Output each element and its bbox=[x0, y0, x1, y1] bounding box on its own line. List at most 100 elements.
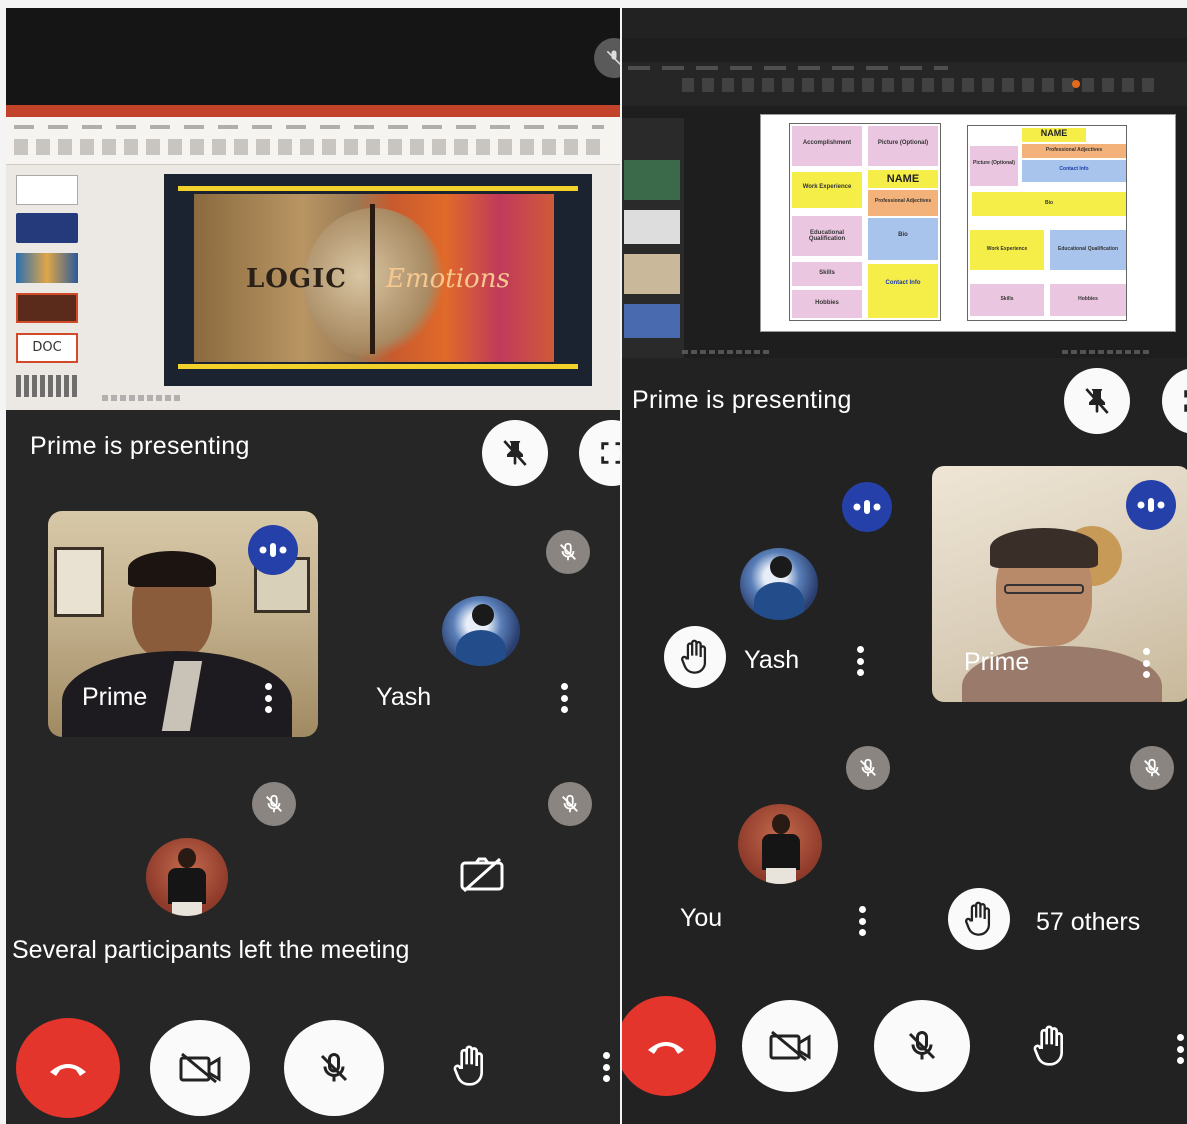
camera-toggle-button[interactable] bbox=[742, 1000, 838, 1092]
speaking-indicator bbox=[1126, 480, 1176, 530]
unpin-icon bbox=[503, 440, 527, 466]
slide-thumb[interactable] bbox=[16, 175, 78, 205]
muted-indicator bbox=[546, 530, 590, 574]
mic-off-icon bbox=[266, 794, 282, 813]
card: Bio bbox=[868, 218, 938, 260]
more-options-icon[interactable] bbox=[560, 683, 568, 713]
muted-indicator bbox=[1130, 746, 1174, 790]
raise-hand-button[interactable] bbox=[1022, 1018, 1078, 1074]
slide-thumb[interactable] bbox=[624, 210, 680, 244]
slide-thumb[interactable] bbox=[16, 293, 78, 323]
mic-toggle-button[interactable] bbox=[874, 1000, 970, 1092]
more-options-icon[interactable] bbox=[1142, 648, 1150, 678]
camera-toggle-button[interactable] bbox=[150, 1020, 250, 1116]
unpin-icon bbox=[1085, 388, 1109, 414]
left-meeting-screen: DOC LOGIC Emotions Prime is presenting P… bbox=[6, 8, 620, 1124]
fullscreen-button[interactable] bbox=[1162, 368, 1187, 434]
card: Contact Info bbox=[868, 264, 938, 318]
card-name: NAME bbox=[868, 170, 938, 188]
more-options-icon[interactable] bbox=[856, 646, 864, 676]
mic-off-icon bbox=[908, 1030, 936, 1060]
camera-off-indicator bbox=[452, 853, 512, 897]
end-call-button[interactable] bbox=[16, 1018, 120, 1118]
card: Contact Info bbox=[1022, 160, 1126, 182]
card: Educational Qualification bbox=[1050, 230, 1126, 270]
raised-hand-indicator bbox=[948, 888, 1010, 950]
mic-toggle-button[interactable] bbox=[284, 1020, 384, 1116]
slide-thumb[interactable] bbox=[16, 253, 78, 283]
audio-level-icon bbox=[1137, 498, 1165, 512]
fullscreen-button[interactable] bbox=[579, 420, 620, 486]
audio-level-icon bbox=[259, 543, 287, 557]
camera-off-icon bbox=[460, 857, 504, 893]
muted-indicator bbox=[846, 746, 890, 790]
participant-name: Yash bbox=[376, 683, 432, 711]
raise-hand-button[interactable] bbox=[442, 1038, 498, 1094]
more-options-icon[interactable] bbox=[264, 683, 272, 713]
template-left: Accomplishment Picture (Optional) Work E… bbox=[789, 123, 941, 321]
slide-thumb[interactable] bbox=[624, 304, 680, 338]
mic-off-icon bbox=[320, 1052, 348, 1082]
avatar bbox=[146, 838, 228, 916]
unpin-button[interactable] bbox=[482, 420, 548, 486]
card: Professional Adjectives bbox=[868, 190, 938, 216]
unpin-button[interactable] bbox=[1064, 368, 1130, 434]
card: Accomplishment bbox=[792, 126, 862, 166]
template-right: NAME Picture (Optional) Professional Adj… bbox=[967, 125, 1127, 321]
muted-indicator bbox=[252, 782, 296, 826]
main-slide: LOGIC Emotions bbox=[164, 174, 592, 386]
slide-title-emotions: Emotions bbox=[386, 264, 510, 294]
fullscreen-icon bbox=[601, 442, 620, 464]
mic-off-icon bbox=[606, 50, 620, 66]
main-slide: Accomplishment Picture (Optional) Work E… bbox=[760, 114, 1176, 332]
hand-icon bbox=[965, 901, 991, 936]
card: Hobbies bbox=[1050, 284, 1126, 316]
hang-up-icon bbox=[648, 1042, 684, 1054]
card: Picture (Optional) bbox=[868, 126, 938, 166]
more-options-icon[interactable] bbox=[1176, 1034, 1184, 1064]
hand-icon bbox=[453, 1045, 483, 1086]
others-count[interactable]: 57 others bbox=[1036, 908, 1140, 937]
slide-thumb[interactable] bbox=[16, 213, 78, 243]
participant-name: Prime bbox=[964, 648, 1030, 676]
end-call-button[interactable] bbox=[622, 996, 716, 1096]
card: Skills bbox=[792, 262, 862, 286]
card: Skills bbox=[970, 284, 1044, 316]
raised-hand-indicator bbox=[664, 626, 726, 688]
participant-name: Prime bbox=[82, 683, 148, 711]
right-meeting-screen: Accomplishment Picture (Optional) Work E… bbox=[622, 8, 1187, 1124]
hand-icon bbox=[681, 639, 707, 674]
camera-off-icon bbox=[179, 1052, 221, 1084]
hand-icon bbox=[1033, 1025, 1063, 1066]
card: Work Experience bbox=[970, 230, 1044, 270]
top-bar bbox=[6, 8, 620, 108]
card: Bio bbox=[972, 192, 1126, 216]
card: Professional Adjectives bbox=[1022, 144, 1126, 158]
card: Picture (Optional) bbox=[970, 146, 1018, 186]
audio-level-icon bbox=[853, 500, 881, 514]
card: Hobbies bbox=[792, 290, 862, 318]
slide-thumb[interactable] bbox=[624, 160, 680, 200]
avatar bbox=[738, 804, 822, 884]
toast-message: Several participants left the meeting bbox=[12, 936, 410, 964]
speaking-indicator bbox=[842, 482, 892, 532]
mic-off-icon bbox=[562, 794, 578, 813]
slide-thumb[interactable]: DOC bbox=[16, 333, 78, 363]
muted-indicator bbox=[548, 782, 592, 826]
camera-off-icon bbox=[769, 1030, 811, 1062]
presentation-screen[interactable]: DOC LOGIC Emotions bbox=[6, 105, 620, 410]
hang-up-icon bbox=[50, 1064, 86, 1076]
participant-name: You bbox=[680, 904, 723, 932]
presentation-screen[interactable]: Accomplishment Picture (Optional) Work E… bbox=[622, 38, 1187, 358]
card: Educational Qualification bbox=[792, 216, 862, 256]
presenting-label: Prime is presenting bbox=[632, 386, 852, 414]
slide-thumb[interactable] bbox=[624, 254, 680, 294]
presenting-label: Prime is presenting bbox=[30, 432, 250, 460]
more-options-icon[interactable] bbox=[602, 1052, 610, 1082]
ppt-ribbon bbox=[622, 62, 1187, 106]
mic-off-icon bbox=[1144, 758, 1160, 777]
slide-thumbnails bbox=[622, 118, 684, 358]
card-name: NAME bbox=[1022, 128, 1086, 142]
fullscreen-icon bbox=[1184, 390, 1187, 412]
more-options-icon[interactable] bbox=[858, 906, 866, 936]
